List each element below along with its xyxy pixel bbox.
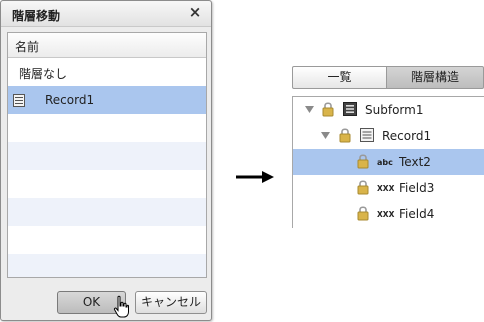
list-item-empty <box>8 254 206 277</box>
close-icon[interactable]: × <box>187 4 203 20</box>
tab-list[interactable]: 一覧 <box>292 66 387 89</box>
column-header-name[interactable]: 名前 <box>8 33 206 58</box>
list-item-record1[interactable]: Record1 <box>8 86 206 114</box>
tree-node-field3[interactable]: XXX Field3 <box>293 175 484 201</box>
lock-icon <box>357 154 369 169</box>
lock-icon <box>322 102 334 117</box>
list-item-empty <box>8 226 206 254</box>
record-icon <box>360 128 374 142</box>
generic-field-icon: XXX <box>377 210 395 219</box>
list-item-empty <box>8 114 206 142</box>
destination-list: 名前 階層なし Record1 <box>7 32 207 278</box>
list-item-label: Record1 <box>45 93 95 107</box>
text-field-icon: abc <box>377 158 393 167</box>
cancel-button[interactable]: キャンセル <box>135 291 207 314</box>
list-item-no-hierarchy[interactable]: 階層なし <box>8 58 206 86</box>
list-item-label: 階層なし <box>19 67 68 81</box>
lock-icon <box>339 128 351 143</box>
tab-hierarchy[interactable]: 階層構造 <box>386 66 484 89</box>
generic-field-icon-glyph: XXX <box>377 184 395 193</box>
right-arrow-icon <box>236 171 274 183</box>
tree-node-field4[interactable]: XXX Field4 <box>293 201 484 227</box>
tree-node-label: Text2 <box>399 155 431 169</box>
tree-node-label: Field4 <box>399 207 435 221</box>
dialog-title-bar[interactable]: 階層移動 × <box>1 1 211 27</box>
hierarchy-tree: Subform1 Record1 abc Text2 XXX Field3 XX… <box>292 96 484 228</box>
expand-triangle-icon[interactable] <box>305 105 314 114</box>
text-field-icon-glyph: abc <box>377 158 393 167</box>
dialog-footer: OK キャンセル <box>1 285 211 319</box>
tree-node-label: Record1 <box>382 129 432 143</box>
record-icon <box>13 94 25 107</box>
tree-node-record1[interactable]: Record1 <box>293 123 484 149</box>
list-item-empty <box>8 142 206 170</box>
tree-node-label: Subform1 <box>365 103 424 117</box>
dialog-title: 階層移動 <box>12 9 61 23</box>
generic-field-icon: XXX <box>377 184 395 193</box>
lock-icon <box>357 180 369 195</box>
subform-icon <box>343 102 357 116</box>
generic-field-icon-glyph: XXX <box>377 210 395 219</box>
view-tabs: 一覧 階層構造 <box>292 66 484 89</box>
list-item-empty <box>8 198 206 226</box>
tree-node-label: Field3 <box>399 181 435 195</box>
list-item-empty <box>8 170 206 198</box>
tree-node-subform1[interactable]: Subform1 <box>293 97 484 123</box>
tree-node-text2[interactable]: abc Text2 <box>293 149 484 175</box>
mouse-pointer-icon <box>113 295 129 318</box>
expand-triangle-icon[interactable] <box>321 131 330 140</box>
move-hierarchy-dialog: 階層移動 × 名前 階層なし Record1 OK キャンセル <box>0 0 212 321</box>
lock-icon <box>357 206 369 221</box>
